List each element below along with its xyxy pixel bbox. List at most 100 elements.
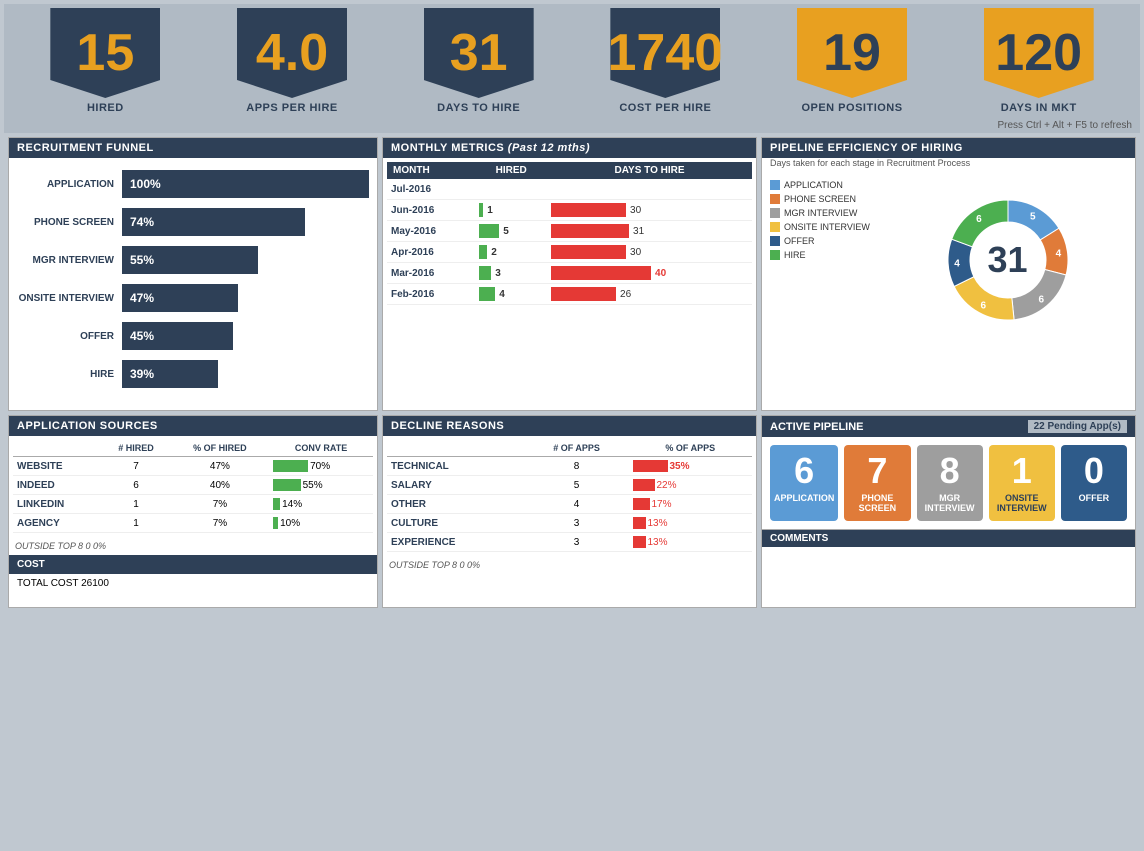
decline-col-apps: # OF APPS (525, 440, 629, 457)
monthly-days (547, 179, 752, 200)
monthly-hired-num: 2 (491, 247, 497, 258)
pipeline-card-value: 7 (867, 453, 887, 489)
monthly-title: MONTHLY METRICS (391, 142, 504, 154)
funnel-row: MGR INTERVIEW 55% (17, 246, 369, 274)
funnel-bar: 74% (122, 208, 305, 236)
source-conv: 10% (269, 514, 373, 533)
legend-color (770, 222, 780, 232)
funnel-row-label: ONSITE INTERVIEW (17, 293, 122, 304)
monthly-month: Mar-2016 (387, 263, 475, 284)
legend-color (770, 208, 780, 218)
decline-pct-val: 35% (670, 461, 690, 472)
funnel-bar: 55% (122, 246, 258, 274)
pipeline-card-phone-screen: 7 PHONE SCREEN (844, 445, 910, 521)
pipeline-card-label: OFFER (1079, 493, 1110, 503)
kpi-bar: 15 HIRED 4.0 APPS PER HIRE 31 DAYS TO HI… (4, 4, 1140, 118)
monthly-days-bar (551, 266, 651, 280)
monthly-month: Feb-2016 (387, 284, 475, 305)
kpi-item-apps-per-hire: 4.0 APPS PER HIRE (199, 8, 386, 118)
legend-item: OFFER (770, 236, 880, 246)
legend-label: OFFER (784, 236, 815, 246)
pipeline-card-label: ONSITE INTERVIEW (993, 493, 1051, 513)
monthly-month: Jul-2016 (387, 179, 475, 200)
decline-table: # OF APPS % OF APPS TECHNICAL 8 35% SALA… (387, 440, 752, 552)
decline-bar (633, 536, 646, 548)
funnel-bar-pct: 55% (130, 253, 154, 267)
pipeline-card-application: 6 APPLICATION (770, 445, 838, 521)
decline-bar (633, 460, 668, 472)
kpi-item-cost-per-hire: 1740 COST PER HIRE (572, 8, 759, 118)
donut-segment (954, 277, 1014, 320)
decline-row: TECHNICAL 8 35% (387, 457, 752, 476)
funnel-bar-wrap: 74% (122, 208, 369, 236)
legend-color (770, 194, 780, 204)
sources-outside: OUTSIDE TOP 8 0 0% (9, 537, 377, 555)
decline-table-wrap: # OF APPS % OF APPS TECHNICAL 8 35% SALA… (383, 436, 756, 556)
source-pct-hired: 7% (171, 495, 269, 514)
decline-reason: EXPERIENCE (387, 533, 525, 552)
sources-panel: APPLICATION SOURCES # HIRED % OF HIRED C… (8, 415, 378, 608)
pipeline-card-value: 8 (940, 453, 960, 489)
funnel-bar-wrap: 39% (122, 360, 369, 388)
monthly-col-month: MONTH (387, 162, 475, 179)
comments-body (762, 547, 1135, 607)
decline-reason: CULTURE (387, 514, 525, 533)
source-hired: 7 (101, 457, 171, 476)
decline-row: SALARY 5 22% (387, 476, 752, 495)
kpi-value: 19 (823, 27, 881, 79)
funnel-bar-wrap: 55% (122, 246, 369, 274)
decline-outside: OUTSIDE TOP 8 0 0% (383, 556, 756, 574)
conv-bar (273, 479, 301, 491)
decline-bar (633, 517, 646, 529)
monthly-days-num: 40 (655, 268, 666, 279)
funnel-row: PHONE SCREEN 74% (17, 208, 369, 236)
source-name: WEBSITE (13, 457, 101, 476)
active-pipeline-panel: ACTIVE PIPELINE 22 Pending App(s) 6 APPL… (761, 415, 1136, 608)
legend-item: HIRE (770, 250, 880, 260)
monthly-row: Mar-2016 3 40 (387, 263, 752, 284)
main-grid-row1: RECRUITMENT FUNNEL APPLICATION 100% PHON… (4, 133, 1140, 415)
funnel-row-label: APPLICATION (17, 179, 122, 190)
kpi-badge: 15 (50, 8, 160, 98)
kpi-value: 1740 (608, 27, 724, 79)
funnel-bar-pct: 47% (130, 291, 154, 305)
comments-section: COMMENTS (762, 529, 1135, 607)
donut-label: 6 (1038, 295, 1044, 306)
pipeline-card-label: MGR INTERVIEW (921, 493, 979, 513)
monthly-days-num: 26 (620, 289, 631, 300)
sources-row: INDEED 6 40% 55% (13, 476, 373, 495)
funnel-bar: 45% (122, 322, 233, 350)
pipeline-card-value: 6 (794, 453, 814, 489)
pipeline-legend: APPLICATION PHONE SCREEN MGR INTERVIEW O… (770, 180, 880, 340)
decline-pct: 13% (629, 533, 753, 552)
decline-apps: 5 (525, 476, 629, 495)
legend-item: MGR INTERVIEW (770, 208, 880, 218)
pending-badge: 22 Pending App(s) (1028, 420, 1127, 433)
cost-section-header: COST (9, 555, 377, 574)
decline-header: DECLINE REASONS (383, 416, 756, 436)
funnel-body: APPLICATION 100% PHONE SCREEN 74% MGR IN… (9, 158, 377, 410)
kpi-badge: 19 (797, 8, 907, 98)
monthly-hired: 3 (475, 263, 547, 284)
monthly-table-wrap: MONTH HIRED DAYS TO HIRE Jul-2016 Jun-20… (383, 158, 756, 309)
monthly-days-num: 30 (630, 247, 641, 258)
source-conv: 14% (269, 495, 373, 514)
monthly-days-bar (551, 287, 616, 301)
funnel-bar-pct: 74% (130, 215, 154, 229)
funnel-bar-pct: 100% (130, 177, 161, 191)
conv-pct: 55% (303, 480, 323, 491)
decline-reason: SALARY (387, 476, 525, 495)
sources-row: AGENCY 1 7% 10% (13, 514, 373, 533)
kpi-label: DAYS TO HIRE (437, 102, 520, 114)
source-name: INDEED (13, 476, 101, 495)
decline-reason: TECHNICAL (387, 457, 525, 476)
source-name: LINKEDIN (13, 495, 101, 514)
decline-apps: 8 (525, 457, 629, 476)
kpi-badge: 4.0 (237, 8, 347, 98)
monthly-col-days: DAYS TO HIRE (547, 162, 752, 179)
decline-bar (633, 498, 650, 510)
monthly-hired-num: 4 (499, 289, 505, 300)
kpi-value: 4.0 (256, 27, 328, 79)
monthly-hired-bar (479, 287, 495, 301)
donut-label: 4 (1055, 248, 1061, 259)
